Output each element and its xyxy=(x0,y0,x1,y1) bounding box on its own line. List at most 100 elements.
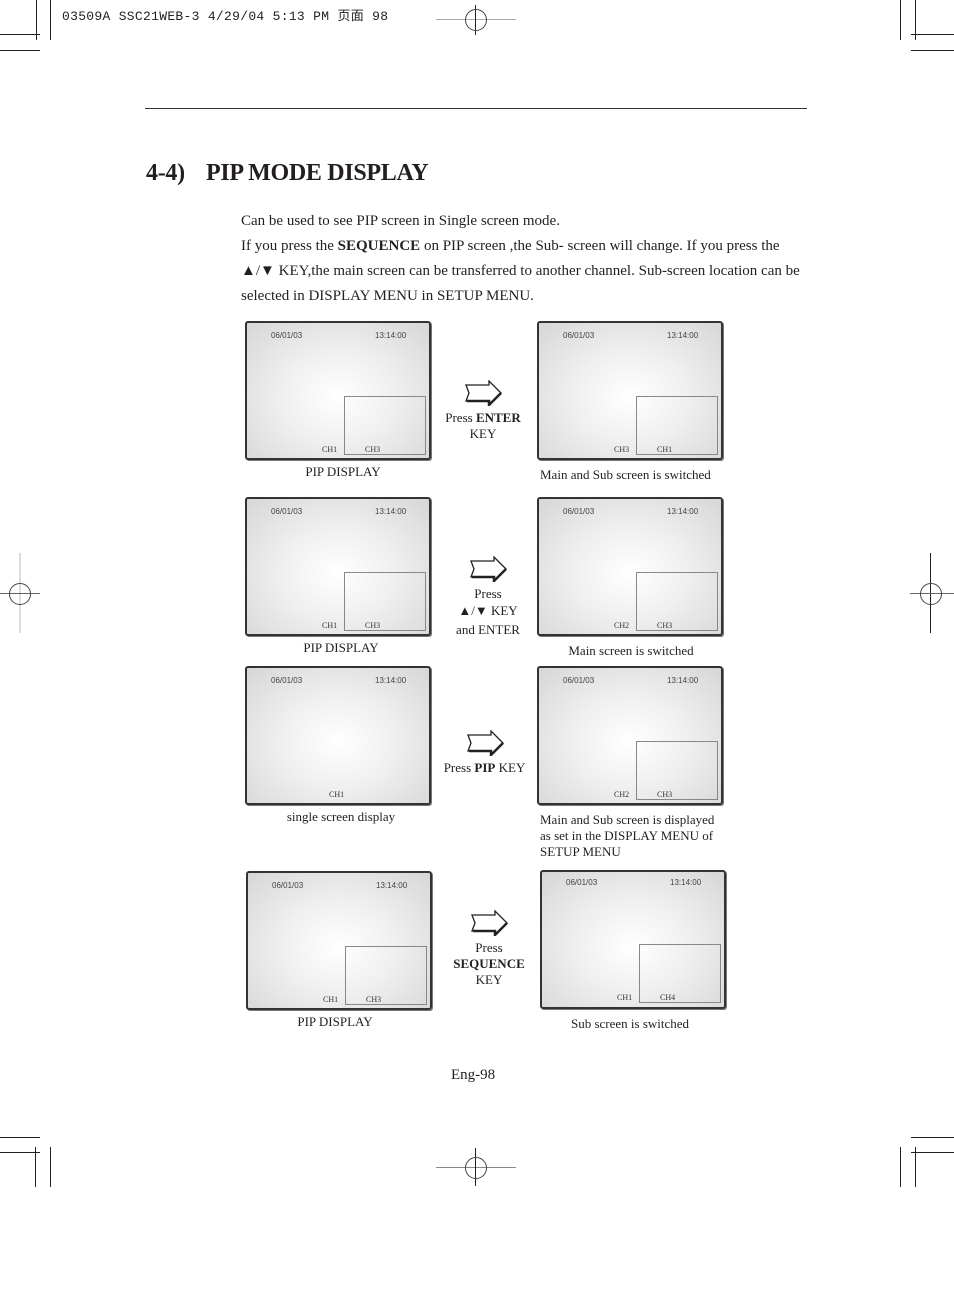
crop-mark xyxy=(50,1147,51,1187)
right-arrow-icon xyxy=(466,730,504,756)
sub-screen-window xyxy=(639,944,721,1003)
crop-mark xyxy=(50,0,51,40)
sub-screen-window xyxy=(344,572,426,631)
text: on PIP screen ,the Sub- screen will chan… xyxy=(420,238,780,254)
text: KEY xyxy=(495,760,526,775)
main-channel-label: CH2 xyxy=(614,790,630,799)
monitor-screen-pip: 06/01/03 13:14:00 CH1 CH3 xyxy=(246,871,432,1010)
intro-line: ▲/▼ KEY,the main screen can be transferr… xyxy=(241,263,800,279)
screen-date: 06/01/03 xyxy=(271,507,303,516)
sub-channel-label: CH3 xyxy=(657,790,673,799)
key-name: SEQUENCE xyxy=(453,956,525,971)
monitor-screen-main-switched: 06/01/03 13:14:00 CH2 CH3 xyxy=(537,497,723,636)
screen-caption: PIP DISPLAY xyxy=(297,1014,373,1029)
step-instruction: Press SEQUENCE KEY xyxy=(439,910,539,988)
sub-screen-window xyxy=(345,946,427,1005)
text: Press xyxy=(445,410,476,425)
screen-date: 06/01/03 xyxy=(271,331,303,340)
crop-mark xyxy=(911,1137,954,1138)
main-channel-label: CH3 xyxy=(614,445,630,454)
crop-mark xyxy=(0,1152,40,1153)
text: If you press the xyxy=(241,238,338,254)
step-line: Press xyxy=(475,940,503,955)
right-arrow-icon xyxy=(471,910,508,936)
crop-mark xyxy=(900,1147,901,1187)
main-channel-label: CH1 xyxy=(323,995,339,1004)
sub-channel-label: CH3 xyxy=(657,621,673,630)
step-instruction: Press ▲/▼ KEY and ENTER xyxy=(438,556,538,638)
key-name: ENTER xyxy=(475,410,521,425)
crop-mark xyxy=(0,1137,40,1138)
caption-line: as set in the DISPLAY MENU of xyxy=(540,828,714,843)
main-channel-label: CH1 xyxy=(322,445,338,454)
screen-date: 06/01/03 xyxy=(272,881,304,890)
monitor-screen-pip: 06/01/03 13:14:00 CH1 CH3 xyxy=(245,497,431,636)
sub-screen-window xyxy=(636,572,718,631)
step-line: Press ENTER xyxy=(433,410,533,426)
intro-paragraph: Can be used to see PIP screen in Single … xyxy=(241,209,821,309)
screen-caption: Main and Sub screen is switched xyxy=(540,467,711,482)
right-arrow-icon xyxy=(465,380,502,406)
sub-screen-window xyxy=(344,396,426,455)
registration-circle xyxy=(9,583,31,605)
step-line: and ENTER xyxy=(456,622,520,637)
sub-screen-window xyxy=(636,741,718,800)
text: Press xyxy=(443,760,475,775)
sub-channel-label: CH4 xyxy=(660,993,676,1002)
caption-line: Main and Sub screen is displayed xyxy=(540,812,715,827)
registration-circle xyxy=(920,583,942,605)
intro-line: If you press the SEQUENCE on PIP screen … xyxy=(241,234,821,259)
section-title: 4-4) PIP MODE DISPLAY xyxy=(146,160,429,187)
main-channel-label: CH2 xyxy=(614,621,630,630)
crop-mark xyxy=(911,50,954,51)
screen-caption: Main screen is switched xyxy=(568,643,694,658)
crop-mark xyxy=(911,34,954,35)
sub-screen-window xyxy=(636,396,718,455)
screen-date: 06/01/03 xyxy=(563,507,595,516)
screen-time: 13:14:00 xyxy=(670,878,702,887)
screen-date: 06/01/03 xyxy=(271,676,303,685)
step-instruction: Press PIP KEY xyxy=(433,730,536,776)
section-number: 4-4) xyxy=(146,160,185,186)
crop-mark xyxy=(0,34,40,35)
crop-mark xyxy=(911,1152,954,1153)
registration-circle xyxy=(465,9,487,31)
step-instruction: Press ENTER KEY xyxy=(433,380,533,442)
key-name: SEQUENCE xyxy=(337,238,421,254)
registration-circle xyxy=(465,1157,487,1179)
step-line: KEY xyxy=(469,426,497,441)
screen-date: 06/01/03 xyxy=(563,331,595,340)
right-arrow-icon xyxy=(470,556,507,582)
screen-caption: Main and Sub screen is displayed as set … xyxy=(540,812,750,860)
monitor-screen-sub-switched: 06/01/03 13:14:00 CH1 CH4 xyxy=(540,870,726,1009)
crop-mark xyxy=(0,50,40,51)
sub-channel-label: CH3 xyxy=(366,995,382,1004)
screen-time: 13:14:00 xyxy=(376,881,408,890)
screen-time: 13:14:00 xyxy=(375,676,407,685)
screen-time: 13:14:00 xyxy=(667,676,699,685)
sub-channel-label: CH3 xyxy=(365,445,381,454)
screen-time: 13:14:00 xyxy=(667,331,699,340)
screen-date: 06/01/03 xyxy=(566,878,598,887)
caption-line: SETUP MENU xyxy=(540,844,621,859)
screen-date: 06/01/03 xyxy=(563,676,595,685)
step-line: ▲/▼ KEY xyxy=(458,603,518,618)
main-channel-label: CH1 xyxy=(329,790,345,799)
print-header: 03509A SSC21WEB-3 4/29/04 5:13 PM 页面 98 xyxy=(62,9,389,24)
crop-mark xyxy=(900,0,901,40)
monitor-screen-single: 06/01/03 13:14:00 CH1 xyxy=(245,666,431,805)
screen-time: 13:14:00 xyxy=(375,507,407,516)
screen-time: 13:14:00 xyxy=(375,331,407,340)
screen-caption: Sub screen is switched xyxy=(570,1016,690,1031)
intro-line: Can be used to see PIP screen in Single … xyxy=(241,213,560,229)
screen-time: 13:14:00 xyxy=(667,507,699,516)
crop-mark xyxy=(915,1147,916,1187)
screen-caption: single screen display xyxy=(286,809,396,824)
monitor-screen-pip: 06/01/03 13:14:00 CH1 CH3 xyxy=(245,321,431,460)
screen-caption: PIP DISPLAY xyxy=(303,640,379,655)
step-line: KEY xyxy=(475,972,503,987)
crop-mark xyxy=(35,1147,36,1187)
sub-channel-label: CH3 xyxy=(365,621,381,630)
step-line: Press xyxy=(474,586,502,601)
key-name: PIP xyxy=(474,760,496,775)
